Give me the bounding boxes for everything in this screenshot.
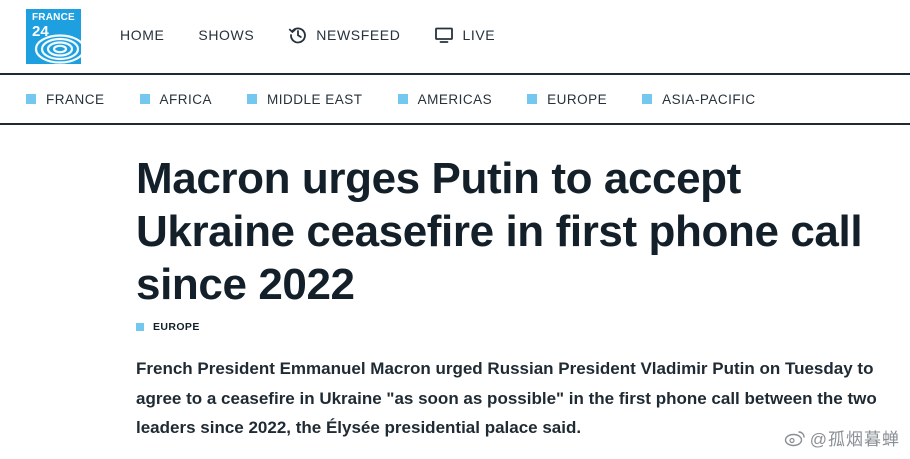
nav-newsfeed[interactable]: NEWSFEED <box>288 25 400 45</box>
weibo-icon <box>784 429 806 447</box>
article-lead: French President Emmanuel Macron urged R… <box>136 359 877 437</box>
category-marker-icon <box>136 323 144 331</box>
section-americas[interactable]: AMERICAS <box>397 91 493 107</box>
section-middle-east-label: MIDDLE EAST <box>267 91 363 107</box>
section-asia-pacific[interactable]: ASIA-PACIFIC <box>642 92 756 107</box>
section-marker-icon <box>247 94 258 104</box>
watermark: @孤烟暮蝉 <box>784 425 900 450</box>
section-europe-label: EUROPE <box>547 91 608 107</box>
section-marker-icon <box>642 94 653 104</box>
nav-shows-label: SHOWS <box>198 27 255 43</box>
section-marker-icon <box>397 94 408 104</box>
section-africa[interactable]: AFRICA <box>139 91 213 107</box>
section-nav-divider <box>0 123 910 125</box>
nav-home-label: HOME <box>120 27 165 43</box>
section-middle-east[interactable]: MIDDLE EAST <box>247 92 363 107</box>
nav-live-label: LIVE <box>462 27 496 43</box>
section-marker-icon <box>26 94 36 104</box>
section-france-label: FRANCE <box>46 91 105 107</box>
section-nav: FRANCE AFRICA MIDDLE EAST AMERICAS EUROP… <box>0 75 910 123</box>
nav-shows[interactable]: SHOWS <box>198 27 254 43</box>
nav-live[interactable]: LIVE <box>434 25 495 45</box>
logo-brand-text: FRANCE <box>32 12 75 23</box>
section-asia-pacific-label: ASIA-PACIFIC <box>662 91 756 107</box>
article-category-tag[interactable]: EUROPE <box>136 321 200 333</box>
section-france[interactable]: FRANCE <box>26 92 105 107</box>
logo-number-text: 24 <box>32 23 49 40</box>
section-americas-label: AMERICAS <box>417 91 493 107</box>
watermark-text: @孤烟暮蝉 <box>809 430 900 449</box>
history-clock-icon <box>288 25 308 45</box>
france24-logo[interactable]: FRANCE 24 <box>26 9 81 64</box>
article-category-label: EUROPE <box>153 321 200 333</box>
section-marker-icon <box>139 94 150 104</box>
section-marker-icon <box>527 94 538 104</box>
nav-newsfeed-label: NEWSFEED <box>316 27 401 43</box>
section-africa-label: AFRICA <box>159 91 213 107</box>
nav-home[interactable]: HOME <box>120 27 164 43</box>
top-header: FRANCE 24 HOME SHOWS NEWSFEED LIVE <box>0 0 910 73</box>
section-europe[interactable]: EUROPE <box>527 92 607 107</box>
monitor-icon <box>434 25 454 45</box>
main-nav: HOME SHOWS NEWSFEED LIVE <box>120 22 529 48</box>
article-headline: Macron urges Putin to accept Ukraine cea… <box>136 154 863 309</box>
